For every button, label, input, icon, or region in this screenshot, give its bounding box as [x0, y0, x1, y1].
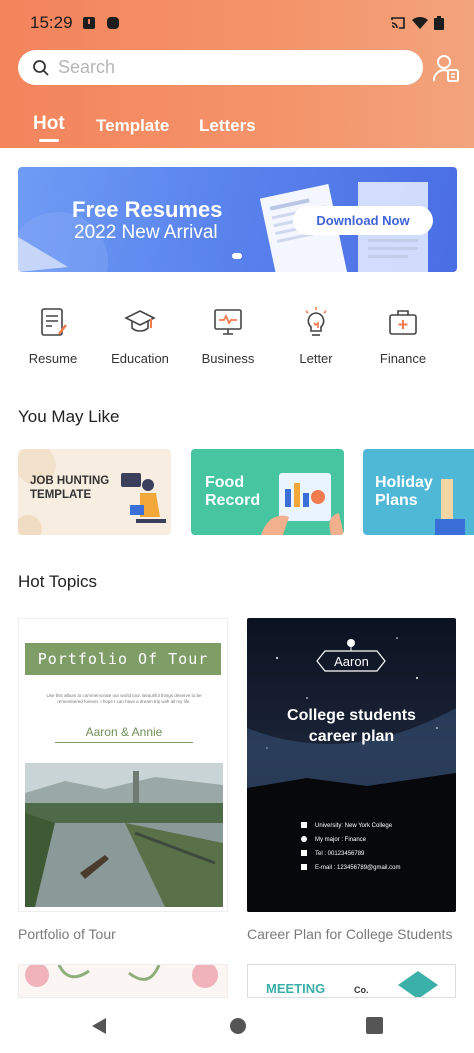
download-now-button[interactable]: Download Now — [293, 206, 433, 235]
card-title-line1: Food — [205, 474, 245, 491]
major-icon — [301, 836, 307, 842]
system-nav-bar — [0, 998, 474, 1053]
meeting-logo-shape — [398, 971, 438, 997]
university-icon — [301, 822, 307, 828]
topic-caption: Career Plan for College Students — [247, 926, 453, 942]
back-icon[interactable] — [90, 1017, 108, 1035]
portfolio-body-text: Use this album to commemorate our world … — [46, 693, 202, 704]
career-info-line: University: New York College — [315, 823, 393, 829]
category-label: Education — [111, 351, 169, 366]
carousel-indicator — [232, 253, 242, 259]
topic-career-plan[interactable]: Aaron College students career plan Unive… — [247, 618, 456, 912]
profile-icon[interactable] — [432, 53, 460, 83]
topic-portfolio-of-tour[interactable]: Portfolio Of Tour Use this album to comm… — [18, 618, 228, 912]
status-bar: 15:29 — [0, 0, 474, 44]
career-info-line: Tel : 00123456789 — [315, 851, 365, 857]
status-time: 15:29 — [30, 13, 73, 32]
search-placeholder: Search — [58, 57, 116, 77]
app-header: 15:29 Search Hot Template Letters — [0, 0, 474, 148]
search-icon — [33, 60, 49, 76]
banner-subtitle: 2022 New Arrival — [74, 222, 218, 243]
tab-template[interactable]: Template — [96, 116, 169, 136]
graduation-cap-icon — [124, 310, 156, 332]
card-title-line2: TEMPLATE — [30, 489, 92, 501]
tab-hot[interactable]: Hot — [33, 113, 65, 135]
recents-icon[interactable] — [366, 1017, 383, 1034]
portfolio-names: Aaron & Annie — [85, 725, 163, 739]
topic-caption: Portfolio of Tour — [18, 926, 116, 942]
phone-icon — [301, 850, 307, 856]
career-info-line: E-mail : 123456789@gmail.com — [315, 865, 401, 871]
battery-icon — [434, 16, 444, 30]
hot-topics-title: Hot Topics — [18, 572, 98, 591]
active-tab-indicator — [39, 139, 59, 142]
meeting-title: MEETING — [266, 981, 326, 996]
resume-icon — [41, 308, 67, 336]
topic-meeting-preview[interactable]: MEETING Co. — [247, 964, 456, 998]
lightbulb-icon — [305, 307, 327, 336]
career-info-line: My major : Finance — [315, 837, 367, 843]
monitor-chart-icon — [214, 309, 242, 335]
card-holiday-plans[interactable]: Holiday Plans — [363, 449, 474, 535]
app-status-icon — [107, 17, 119, 29]
portfolio-heading: Portfolio Of Tour — [37, 650, 209, 668]
promo-banner[interactable]: Free Resumes 2022 New Arrival Download N… — [18, 167, 457, 272]
card-title-line2: Record — [205, 492, 261, 509]
floral-illustration — [25, 965, 218, 988]
career-title-line1: College students — [287, 707, 416, 724]
cast-icon — [391, 17, 405, 29]
category-label: Resume — [28, 351, 78, 366]
card-job-hunting-template[interactable]: JOB HUNTING TEMPLATE — [18, 449, 171, 535]
card-title-line1: Holiday — [375, 474, 433, 491]
card-title-line2: Plans — [375, 492, 418, 509]
wifi-icon — [412, 16, 428, 29]
portfolio-divider — [55, 742, 193, 743]
career-title-line2: career plan — [308, 728, 395, 745]
lake-photo — [25, 763, 223, 907]
card-food-record[interactable]: Food Record — [191, 449, 344, 535]
search-input[interactable]: Search — [18, 50, 423, 85]
briefcase-icon — [389, 310, 417, 335]
category-label: Finance — [379, 351, 427, 366]
banner-title: Free Resumes — [72, 197, 223, 222]
topic-floral-preview[interactable] — [18, 964, 228, 998]
meeting-co: Co. — [354, 985, 369, 995]
email-icon — [301, 864, 307, 870]
tab-letters[interactable]: Letters — [199, 116, 256, 136]
category-label: Letter — [299, 351, 333, 366]
home-icon[interactable] — [229, 1017, 247, 1035]
card-title-line1: JOB HUNTING — [30, 475, 110, 487]
you-may-like-title: You May Like — [18, 407, 120, 426]
category-label: Business — [201, 351, 255, 366]
career-name: Aaron — [334, 654, 369, 669]
notification-icon — [83, 17, 95, 29]
